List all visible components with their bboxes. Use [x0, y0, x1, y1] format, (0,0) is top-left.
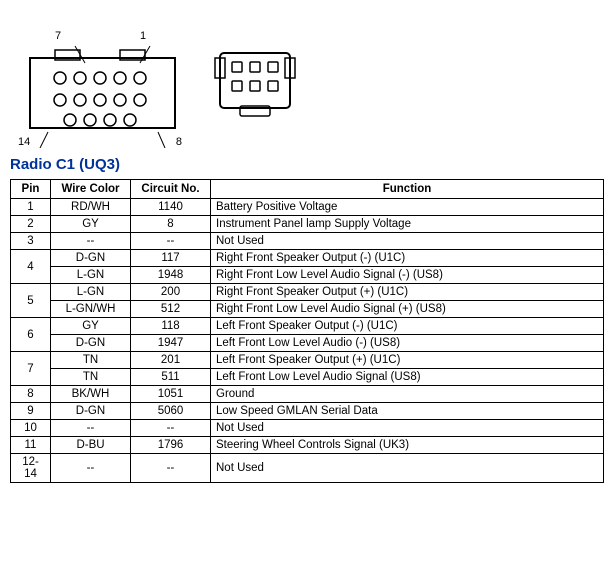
cell-wire-color: BK/WH: [51, 386, 131, 403]
table-row: 3----Not Used: [11, 233, 604, 250]
cell-wire-color: --: [51, 454, 131, 483]
cell-wire-color: D-GN: [51, 335, 131, 352]
cell-function: Left Front Low Level Audio (-) (US8): [211, 335, 604, 352]
cell-pin: 10: [11, 420, 51, 437]
cell-circuit-no: --: [131, 420, 211, 437]
table-row: D-GN1947Left Front Low Level Audio (-) (…: [11, 335, 604, 352]
label-7: 7: [55, 30, 61, 42]
label-8: 8: [176, 136, 182, 148]
header-wire-color: Wire Color: [51, 180, 131, 199]
cell-circuit-no: 5060: [131, 403, 211, 420]
cell-circuit-no: 511: [131, 369, 211, 386]
cell-pin: 5: [11, 284, 51, 318]
cell-function: Not Used: [211, 454, 604, 483]
table-row: 8BK/WH1051Ground: [11, 386, 604, 403]
cell-function: Right Front Speaker Output (+) (U1C): [211, 284, 604, 301]
page: 7 1: [0, 0, 614, 491]
cell-function: Steering Wheel Controls Signal (UK3): [211, 437, 604, 454]
table-row: 4D-GN117Right Front Speaker Output (-) (…: [11, 250, 604, 267]
small-connector: [210, 48, 300, 138]
cell-pin: 3: [11, 233, 51, 250]
table-row: 11D-BU1796Steering Wheel Controls Signal…: [11, 437, 604, 454]
table-row: 7TN201Left Front Speaker Output (+) (U1C…: [11, 352, 604, 369]
cell-circuit-no: 201: [131, 352, 211, 369]
pin-table: Pin Wire Color Circuit No. Function 1RD/…: [10, 179, 604, 483]
header-pin: Pin: [11, 180, 51, 199]
cell-circuit-no: --: [131, 454, 211, 483]
section-title: Radio C1 (UQ3): [10, 156, 604, 173]
cell-function: Left Front Speaker Output (+) (U1C): [211, 352, 604, 369]
label-1: 1: [140, 30, 146, 42]
cell-wire-color: GY: [51, 216, 131, 233]
label-14: 14: [18, 136, 30, 148]
cell-function: Battery Positive Voltage: [211, 199, 604, 216]
cell-circuit-no: 118: [131, 318, 211, 335]
diagram-area: 7 1: [10, 8, 604, 148]
table-row: L-GN/WH512Right Front Low Level Audio Si…: [11, 301, 604, 318]
cell-pin: 2: [11, 216, 51, 233]
cell-wire-color: L-GN/WH: [51, 301, 131, 318]
cell-function: Right Front Speaker Output (-) (U1C): [211, 250, 604, 267]
cell-wire-color: D-GN: [51, 403, 131, 420]
header-function: Function: [211, 180, 604, 199]
cell-circuit-no: --: [131, 233, 211, 250]
cell-function: Not Used: [211, 420, 604, 437]
cell-wire-color: D-BU: [51, 437, 131, 454]
cell-wire-color: --: [51, 420, 131, 437]
table-row: 5L-GN200Right Front Speaker Output (+) (…: [11, 284, 604, 301]
cell-function: Instrument Panel lamp Supply Voltage: [211, 216, 604, 233]
cell-pin: 1: [11, 199, 51, 216]
cell-wire-color: --: [51, 233, 131, 250]
cell-function: Right Front Low Level Audio Signal (+) (…: [211, 301, 604, 318]
cell-circuit-no: 1947: [131, 335, 211, 352]
cell-function: Left Front Low Level Audio Signal (US8): [211, 369, 604, 386]
table-row: L-GN1948Right Front Low Level Audio Sign…: [11, 267, 604, 284]
cell-circuit-no: 1140: [131, 199, 211, 216]
table-row: 12-14----Not Used: [11, 454, 604, 483]
cell-function: Right Front Low Level Audio Signal (-) (…: [211, 267, 604, 284]
cell-pin: 9: [11, 403, 51, 420]
cell-wire-color: RD/WH: [51, 199, 131, 216]
table-row: 2GY8Instrument Panel lamp Supply Voltage: [11, 216, 604, 233]
table-row: TN511Left Front Low Level Audio Signal (…: [11, 369, 604, 386]
header-circuit-no: Circuit No.: [131, 180, 211, 199]
cell-circuit-no: 512: [131, 301, 211, 318]
cell-function: Left Front Speaker Output (-) (U1C): [211, 318, 604, 335]
table-row: 1RD/WH1140Battery Positive Voltage: [11, 199, 604, 216]
cell-wire-color: L-GN: [51, 267, 131, 284]
cell-circuit-no: 1948: [131, 267, 211, 284]
cell-function: Not Used: [211, 233, 604, 250]
small-connector-svg: [210, 48, 300, 128]
cell-wire-color: D-GN: [51, 250, 131, 267]
cell-circuit-no: 1051: [131, 386, 211, 403]
cell-function: Low Speed GMLAN Serial Data: [211, 403, 604, 420]
cell-wire-color: TN: [51, 369, 131, 386]
cell-pin: 7: [11, 352, 51, 386]
cell-circuit-no: 8: [131, 216, 211, 233]
cell-wire-color: TN: [51, 352, 131, 369]
cell-pin: 11: [11, 437, 51, 454]
cell-circuit-no: 200: [131, 284, 211, 301]
cell-wire-color: L-GN: [51, 284, 131, 301]
main-connector: 7 1: [10, 28, 190, 148]
cell-function: Ground: [211, 386, 604, 403]
table-row: 10----Not Used: [11, 420, 604, 437]
table-row: 9D-GN5060Low Speed GMLAN Serial Data: [11, 403, 604, 420]
cell-pin: 4: [11, 250, 51, 284]
cell-pin: 8: [11, 386, 51, 403]
table-row: 6GY118Left Front Speaker Output (-) (U1C…: [11, 318, 604, 335]
cell-pin: 6: [11, 318, 51, 352]
main-connector-svg: [10, 28, 190, 148]
cell-circuit-no: 1796: [131, 437, 211, 454]
cell-circuit-no: 117: [131, 250, 211, 267]
cell-wire-color: GY: [51, 318, 131, 335]
cell-pin: 12-14: [11, 454, 51, 483]
